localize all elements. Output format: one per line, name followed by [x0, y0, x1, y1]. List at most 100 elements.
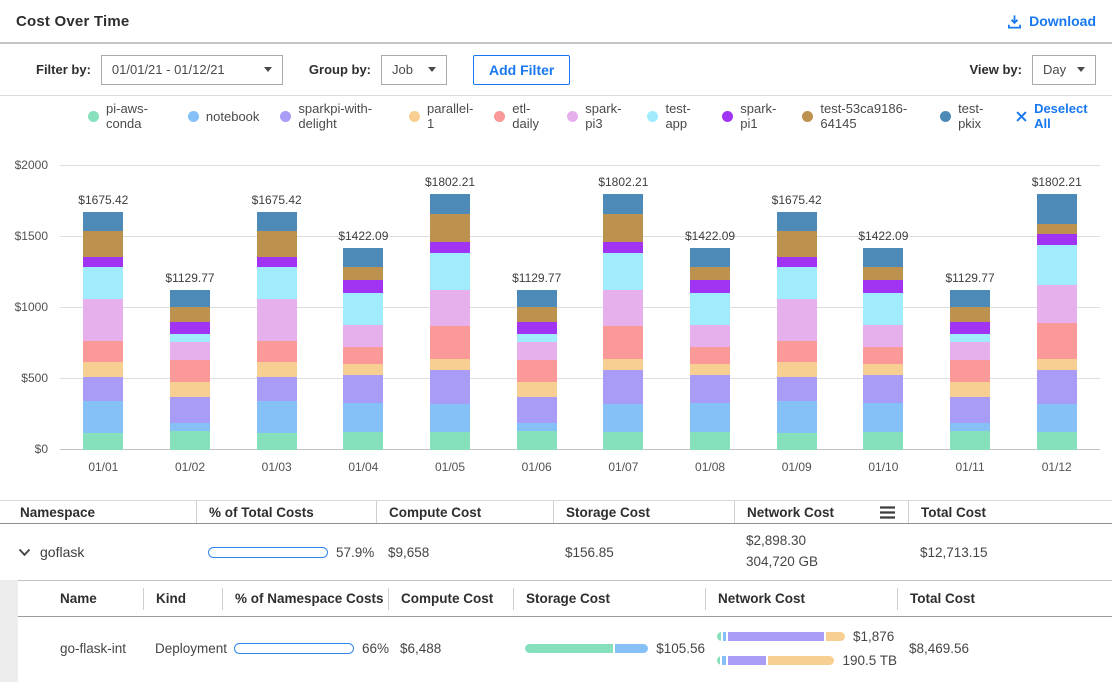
legend-item-test-pkix[interactable]: test-pkix	[940, 101, 995, 131]
bar-segment-spark-pi1[interactable]	[1037, 234, 1077, 245]
legend-item-pi-aws-conda[interactable]: pi-aws-conda	[88, 101, 167, 131]
bar-segment-test-53ca9186-64145[interactable]	[1037, 224, 1077, 234]
date-range-dropdown[interactable]: 01/01/21 - 01/12/21	[101, 55, 283, 85]
bar-segment-pi-aws-conda[interactable]	[83, 433, 123, 450]
bar-segment-notebook[interactable]	[517, 423, 557, 431]
bar-segment-test-53ca9186-64145[interactable]	[170, 307, 210, 322]
chevron-down-icon[interactable]	[18, 548, 31, 557]
bar-segment-sparkpi-with-delight[interactable]	[603, 370, 643, 404]
bar-segment-sparkpi-with-delight[interactable]	[343, 375, 383, 403]
bar-segment-test-pkix[interactable]	[343, 248, 383, 267]
bar-segment-notebook[interactable]	[603, 404, 643, 432]
stacked-bar[interactable]	[603, 194, 643, 450]
bar-segment-etl-daily[interactable]	[257, 341, 297, 362]
bar-segment-test-app[interactable]	[603, 253, 643, 290]
bar-segment-test-pkix[interactable]	[950, 290, 990, 308]
namespace-cell[interactable]: goflask	[0, 544, 196, 560]
bar-segment-pi-aws-conda[interactable]	[777, 433, 817, 450]
stacked-bar[interactable]	[777, 212, 817, 450]
stacked-bar[interactable]	[517, 290, 557, 450]
bar-segment-sparkpi-with-delight[interactable]	[170, 397, 210, 424]
bar-segment-spark-pi3[interactable]	[1037, 285, 1077, 323]
bar-segment-spark-pi3[interactable]	[257, 299, 297, 341]
bar-segment-sparkpi-with-delight[interactable]	[1037, 370, 1077, 404]
stacked-bar[interactable]	[83, 212, 123, 450]
bar-segment-test-pkix[interactable]	[863, 248, 903, 267]
bar-segment-etl-daily[interactable]	[1037, 323, 1077, 359]
legend-item-etl-daily[interactable]: etl-daily	[494, 101, 546, 131]
bar-segment-test-53ca9186-64145[interactable]	[863, 267, 903, 280]
bar-segment-spark-pi1[interactable]	[517, 322, 557, 334]
bar-segment-etl-daily[interactable]	[863, 347, 903, 365]
stacked-bar[interactable]	[950, 290, 990, 450]
bar-segment-pi-aws-conda[interactable]	[343, 432, 383, 450]
bar-segment-sparkpi-with-delight[interactable]	[257, 377, 297, 400]
bar-segment-spark-pi3[interactable]	[690, 325, 730, 347]
bar-segment-spark-pi1[interactable]	[257, 257, 297, 268]
bar-segment-parallel-1[interactable]	[257, 362, 297, 378]
bar-segment-test-pkix[interactable]	[777, 212, 817, 230]
stacked-bar[interactable]	[1037, 194, 1077, 450]
stacked-bar[interactable]	[863, 248, 903, 450]
bar-segment-spark-pi3[interactable]	[603, 290, 643, 326]
bar-segment-test-app[interactable]	[1037, 245, 1077, 285]
bar-segment-test-app[interactable]	[863, 293, 903, 324]
bar-segment-test-app[interactable]	[690, 293, 730, 324]
bar-segment-spark-pi1[interactable]	[430, 242, 470, 253]
bar-segment-sparkpi-with-delight[interactable]	[83, 377, 123, 400]
bar-segment-notebook[interactable]	[863, 403, 903, 432]
bar-segment-pi-aws-conda[interactable]	[690, 432, 730, 450]
bar-segment-pi-aws-conda[interactable]	[950, 431, 990, 450]
bar-segment-spark-pi1[interactable]	[950, 322, 990, 334]
bar-segment-test-app[interactable]	[430, 253, 470, 290]
bar-segment-spark-pi1[interactable]	[603, 242, 643, 253]
stacked-bar[interactable]	[430, 194, 470, 450]
bar-segment-sparkpi-with-delight[interactable]	[950, 397, 990, 424]
bar-segment-test-53ca9186-64145[interactable]	[950, 307, 990, 322]
legend-item-parallel-1[interactable]: parallel-1	[409, 101, 473, 131]
bar-segment-test-pkix[interactable]	[430, 194, 470, 214]
bar-segment-parallel-1[interactable]	[690, 364, 730, 375]
namespace-row-goflask[interactable]: goflask 57.9% $9,658 $156.85 $2,898.30 3…	[0, 524, 1112, 580]
bar-segment-pi-aws-conda[interactable]	[1037, 432, 1077, 450]
bar-segment-spark-pi3[interactable]	[863, 325, 903, 347]
bar-segment-test-app[interactable]	[517, 334, 557, 342]
download-button[interactable]: Download	[1007, 13, 1096, 29]
legend-item-test-53ca9186-64145[interactable]: test-53ca9186-64145	[802, 101, 919, 131]
legend-item-spark-pi1[interactable]: spark-pi1	[722, 101, 781, 131]
bar-segment-pi-aws-conda[interactable]	[603, 432, 643, 450]
bar-segment-notebook[interactable]	[257, 401, 297, 433]
legend-item-sparkpi-with-delight[interactable]: sparkpi-with-delight	[280, 101, 388, 131]
bar-segment-parallel-1[interactable]	[777, 362, 817, 378]
bar-segment-pi-aws-conda[interactable]	[430, 432, 470, 450]
bar-segment-etl-daily[interactable]	[603, 326, 643, 359]
stacked-bar[interactable]	[257, 212, 297, 450]
bar-segment-test-pkix[interactable]	[257, 212, 297, 230]
bar-segment-parallel-1[interactable]	[170, 382, 210, 397]
add-filter-button[interactable]: Add Filter	[473, 55, 570, 85]
bar-segment-sparkpi-with-delight[interactable]	[690, 375, 730, 403]
bar-segment-test-53ca9186-64145[interactable]	[83, 231, 123, 257]
bar-segment-test-53ca9186-64145[interactable]	[777, 231, 817, 257]
bar-segment-test-pkix[interactable]	[83, 212, 123, 230]
bar-segment-pi-aws-conda[interactable]	[257, 433, 297, 450]
column-menu-icon[interactable]	[879, 506, 896, 519]
bar-segment-parallel-1[interactable]	[863, 364, 903, 375]
view-by-dropdown[interactable]: Day	[1032, 55, 1096, 85]
bar-segment-parallel-1[interactable]	[343, 364, 383, 375]
bar-segment-sparkpi-with-delight[interactable]	[430, 370, 470, 404]
bar-segment-test-53ca9186-64145[interactable]	[257, 231, 297, 257]
stacked-bar[interactable]	[343, 248, 383, 450]
bar-segment-etl-daily[interactable]	[950, 360, 990, 382]
bar-segment-spark-pi1[interactable]	[170, 322, 210, 334]
bar-segment-parallel-1[interactable]	[83, 362, 123, 378]
bar-segment-spark-pi3[interactable]	[170, 342, 210, 360]
bar-segment-spark-pi1[interactable]	[777, 257, 817, 268]
bar-segment-pi-aws-conda[interactable]	[863, 432, 903, 450]
bar-segment-parallel-1[interactable]	[430, 359, 470, 370]
bar-segment-test-pkix[interactable]	[603, 194, 643, 214]
bar-segment-spark-pi3[interactable]	[950, 342, 990, 360]
bar-segment-test-app[interactable]	[257, 267, 297, 299]
bar-segment-spark-pi3[interactable]	[343, 325, 383, 347]
bar-segment-etl-daily[interactable]	[83, 341, 123, 362]
